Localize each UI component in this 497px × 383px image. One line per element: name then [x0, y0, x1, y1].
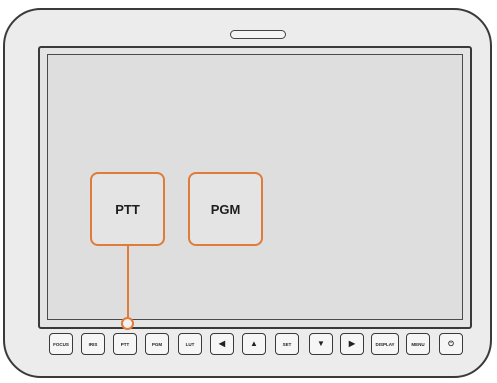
ptt-button[interactable]: PTT	[113, 333, 137, 355]
left-button[interactable]: ◀	[210, 333, 234, 355]
iris-button[interactable]: IRIS	[81, 333, 105, 355]
down-button[interactable]: ▼	[309, 333, 333, 355]
set-button-label: SET	[282, 341, 292, 347]
pgm-button-label: PGM	[151, 341, 163, 347]
ptt-callout-box: PTT	[90, 172, 165, 246]
ptt-callout-label: PTT	[115, 201, 140, 217]
display-button-label: DISPLAY	[375, 341, 395, 347]
pgm-button[interactable]: PGM	[145, 333, 169, 355]
focus-button[interactable]: FOCUS	[49, 333, 73, 355]
focus-button-label: FOCUS	[53, 341, 69, 347]
right-button[interactable]: ▶	[340, 333, 364, 355]
up-button[interactable]: ▲	[242, 333, 266, 355]
callout-dot	[121, 317, 134, 330]
set-button[interactable]: SET	[275, 333, 299, 355]
power-icon: ⏻	[448, 340, 454, 348]
display-button[interactable]: DISPLAY	[371, 333, 399, 355]
right-arrow-icon: ▶	[348, 339, 356, 348]
power-button[interactable]: ⏻	[439, 333, 463, 355]
ptt-button-label: PTT	[120, 341, 130, 347]
callout-line	[127, 245, 129, 317]
up-arrow-icon: ▲	[250, 339, 258, 348]
lut-button-label: LUT	[185, 341, 195, 347]
speaker-grille	[230, 30, 286, 39]
pgm-callout-box: PGM	[188, 172, 263, 246]
iris-button-label: IRIS	[88, 341, 98, 347]
lut-button[interactable]: LUT	[178, 333, 202, 355]
menu-button[interactable]: MENU	[406, 333, 430, 355]
down-arrow-icon: ▼	[317, 339, 325, 348]
pgm-callout-label: PGM	[210, 201, 241, 217]
left-arrow-icon: ◀	[218, 339, 226, 348]
menu-button-label: MENU	[411, 341, 425, 347]
